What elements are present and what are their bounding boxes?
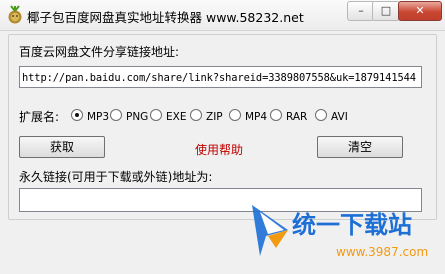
minimize-button[interactable]: –: [347, 1, 375, 21]
radio-circle-icon: [150, 109, 162, 121]
maximize-button[interactable]: □: [372, 1, 400, 21]
extension-label: 扩展名:: [19, 110, 60, 124]
help-link[interactable]: 使用帮助: [195, 141, 243, 158]
close-button[interactable]: ✕: [398, 1, 442, 21]
radio-rar[interactable]: RAR: [270, 109, 307, 123]
clear-button[interactable]: 清空: [317, 136, 403, 158]
radio-circle-icon: [190, 109, 202, 121]
radio-label: ZIP: [206, 111, 223, 123]
radio-circle-icon: [270, 109, 282, 121]
share-link-input[interactable]: http://pan.baidu.com/share/link?shareid=…: [19, 66, 422, 88]
radio-circle-icon: [110, 109, 122, 121]
watermark-brand-text: 统一下载站: [292, 211, 412, 239]
radio-zip[interactable]: ZIP: [190, 109, 223, 123]
radio-label: MP3: [87, 111, 110, 123]
watermark-url-text: www.3987.com: [336, 245, 428, 259]
radio-mp3[interactable]: MP3: [71, 109, 109, 123]
radio-label: RAR: [286, 111, 308, 123]
radio-avi[interactable]: AVI: [315, 109, 348, 123]
radio-label: EXE: [166, 111, 187, 123]
result-label: 永久链接(可用于下载或外链)地址为:: [19, 170, 213, 184]
radio-circle-icon: [229, 109, 241, 121]
download-site-watermark: 统一下载站 www.3987.com: [252, 205, 428, 259]
radio-circle-icon: [71, 109, 83, 121]
radio-png[interactable]: PNG: [110, 109, 148, 123]
radio-exe[interactable]: EXE: [150, 109, 186, 123]
get-button[interactable]: 获取: [19, 136, 105, 158]
radio-label: PNG: [126, 111, 149, 123]
window-title: 椰子包百度网盘真实地址转换器 www.58232.net: [27, 10, 304, 25]
minimize-icon: –: [358, 4, 364, 17]
close-icon: ✕: [415, 4, 425, 17]
share-link-label: 百度云网盘文件分享链接地址:: [19, 45, 180, 59]
radio-label: MP4: [245, 111, 268, 123]
radio-mp4[interactable]: MP4: [229, 109, 267, 123]
radio-circle-icon: [315, 109, 327, 121]
radio-label: AVI: [331, 111, 348, 123]
coconut-app-icon: [8, 5, 22, 24]
title-bar[interactable]: 椰子包百度网盘真实地址转换器 www.58232.net – □ ✕: [0, 0, 445, 31]
maximize-icon: □: [380, 4, 392, 17]
